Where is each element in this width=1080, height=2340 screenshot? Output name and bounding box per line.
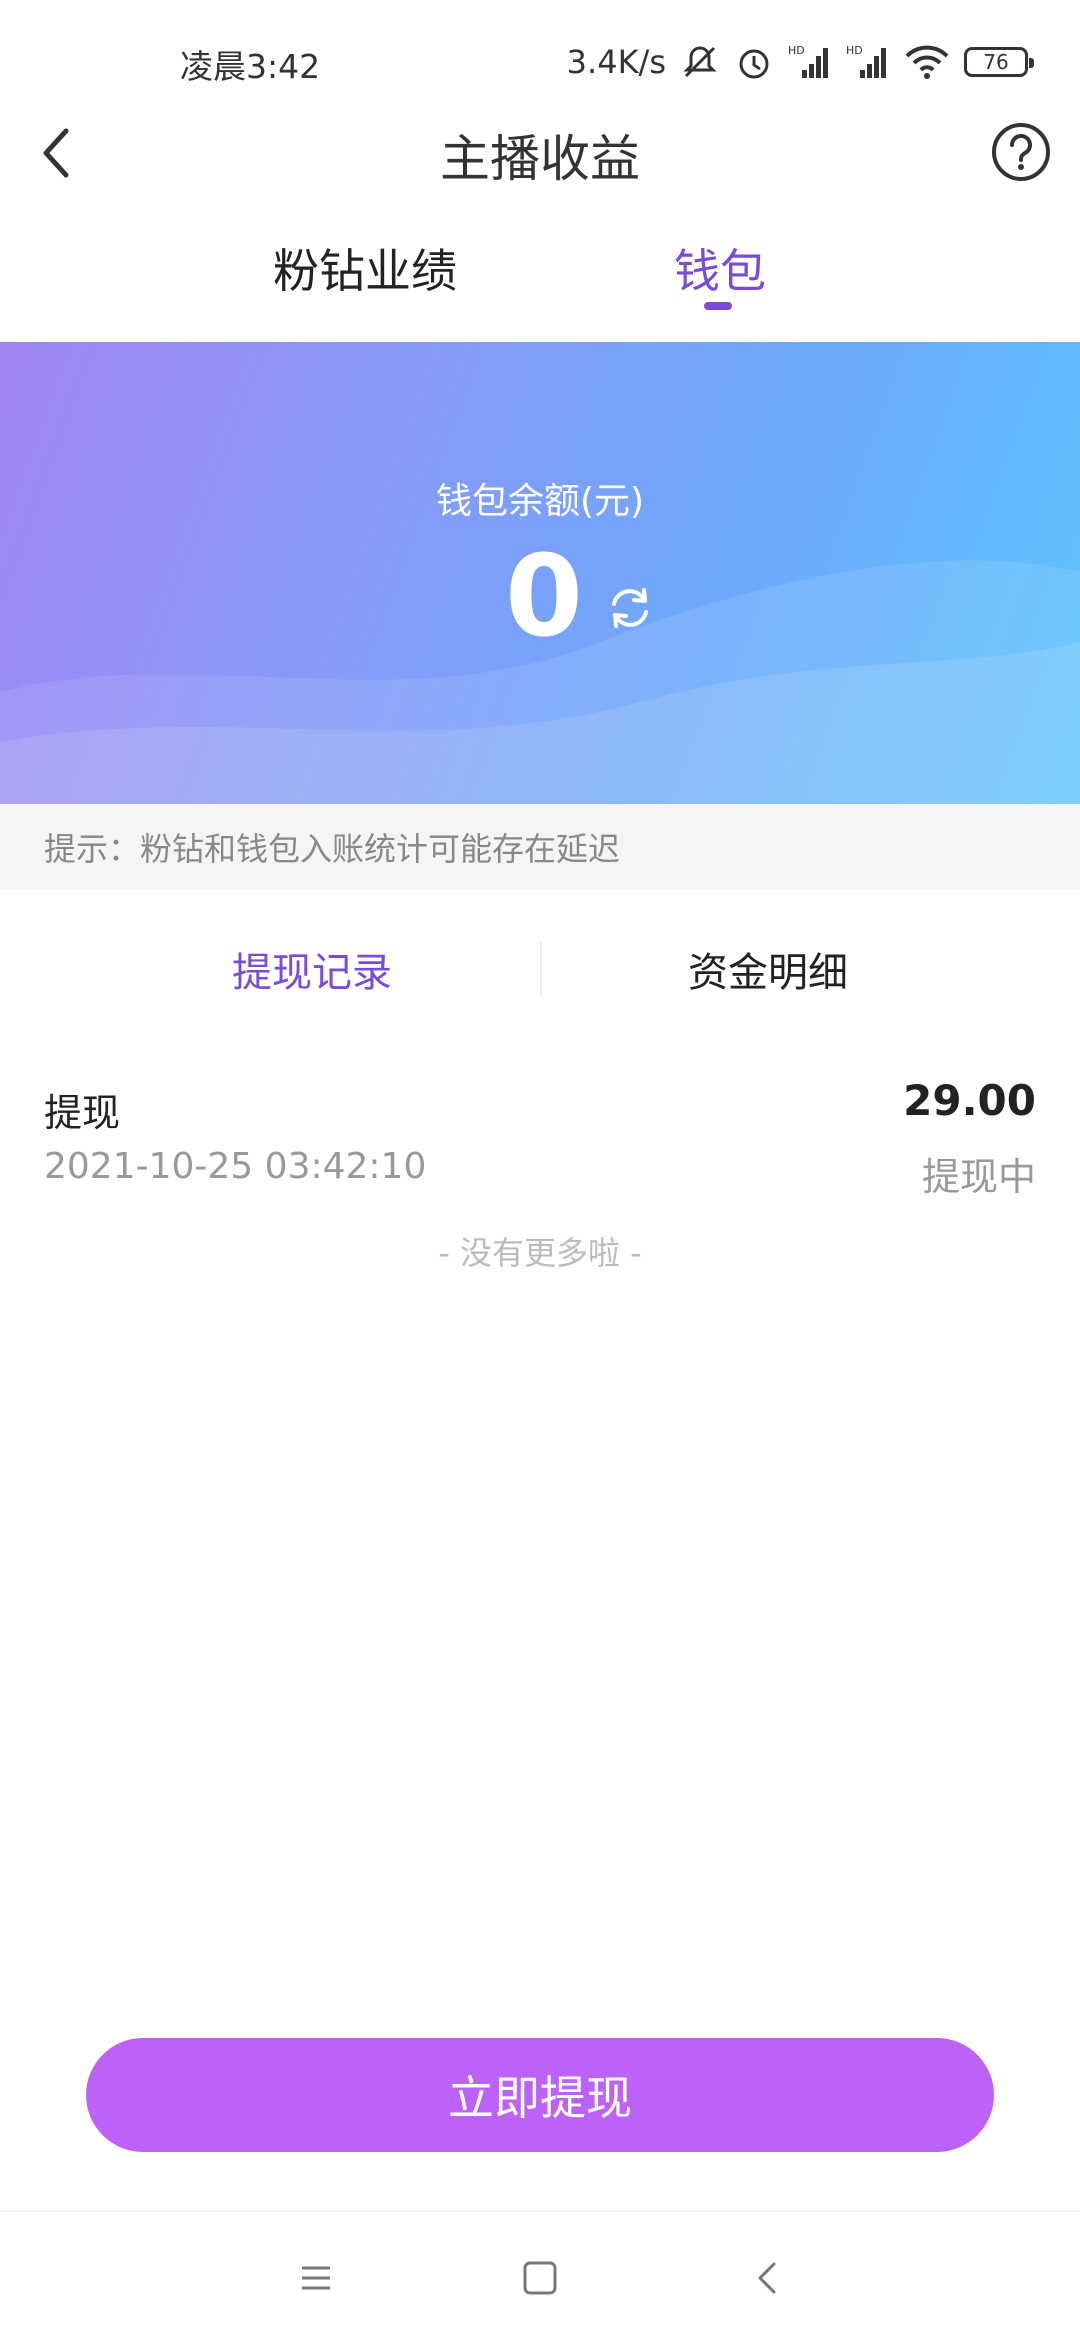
- wifi-icon: [905, 45, 949, 79]
- record-time: 2021-10-25 03:42:10: [44, 1146, 427, 1187]
- help-icon[interactable]: [990, 121, 1052, 183]
- back-icon[interactable]: [740, 2250, 796, 2306]
- status-time: 凌晨3:42: [180, 47, 321, 86]
- tab-withdraw-records[interactable]: 提现记录: [162, 940, 462, 998]
- withdraw-button[interactable]: 立即提现: [86, 2038, 994, 2152]
- signal-icon: HD: [788, 44, 828, 78]
- tab-fund-details[interactable]: 资金明细: [618, 940, 918, 998]
- svg-text:HD: HD: [788, 44, 805, 57]
- header: 主播收益: [0, 105, 1080, 200]
- tip-text: 提示：粉钻和钱包入账统计可能存在延迟: [44, 830, 621, 868]
- tab-divider: [540, 942, 542, 998]
- svg-text:HD: HD: [846, 44, 863, 57]
- page-title: 主播收益: [440, 130, 640, 188]
- signal-icon: HD: [846, 44, 886, 78]
- net-speed: 3.4K/s: [566, 43, 666, 81]
- active-tab-indicator: [704, 302, 732, 310]
- tip-bar: 提示：粉钻和钱包入账统计可能存在延迟: [0, 804, 1080, 890]
- home-icon[interactable]: [512, 2250, 568, 2306]
- wallet-banner: 钱包余额(元) 0: [0, 342, 1080, 804]
- system-nav-bar: [0, 2212, 1080, 2340]
- record-title: 提现: [44, 1091, 121, 1135]
- menu-icon[interactable]: [288, 2250, 344, 2306]
- record-status: 提现中: [921, 1155, 1036, 1199]
- status-bar: 凌晨3:42 3.4K/s HD HD 76: [0, 0, 1080, 120]
- tab-performance[interactable]: 粉钻业绩: [230, 235, 500, 305]
- battery-icon: 76: [964, 47, 1034, 77]
- no-more-text: - 没有更多啦 -: [438, 1234, 642, 1272]
- top-tabs: 粉钻业绩 钱包: [0, 225, 1080, 335]
- record-amount: 29.00: [903, 1076, 1036, 1125]
- app-screen: 凌晨3:42 3.4K/s HD HD 76 主播收益 粉钻业绩 钱包 钱包余额…: [0, 0, 1080, 2340]
- battery-level: 76: [983, 50, 1009, 74]
- balance-label: 钱包余额(元): [435, 481, 645, 522]
- status-icons: 3.4K/s HD HD 76: [566, 38, 1034, 86]
- tab-wallet[interactable]: 钱包: [620, 235, 820, 305]
- list-item[interactable]: 提现 2021-10-25 03:42:10 29.00 提现中: [0, 1070, 1080, 1210]
- record-tabs: 提现记录 资金明细: [0, 910, 1080, 1030]
- mute-icon: [683, 46, 717, 78]
- alarm-icon: [739, 49, 769, 79]
- balance-value: 0: [505, 532, 583, 662]
- refresh-icon[interactable]: [604, 582, 656, 634]
